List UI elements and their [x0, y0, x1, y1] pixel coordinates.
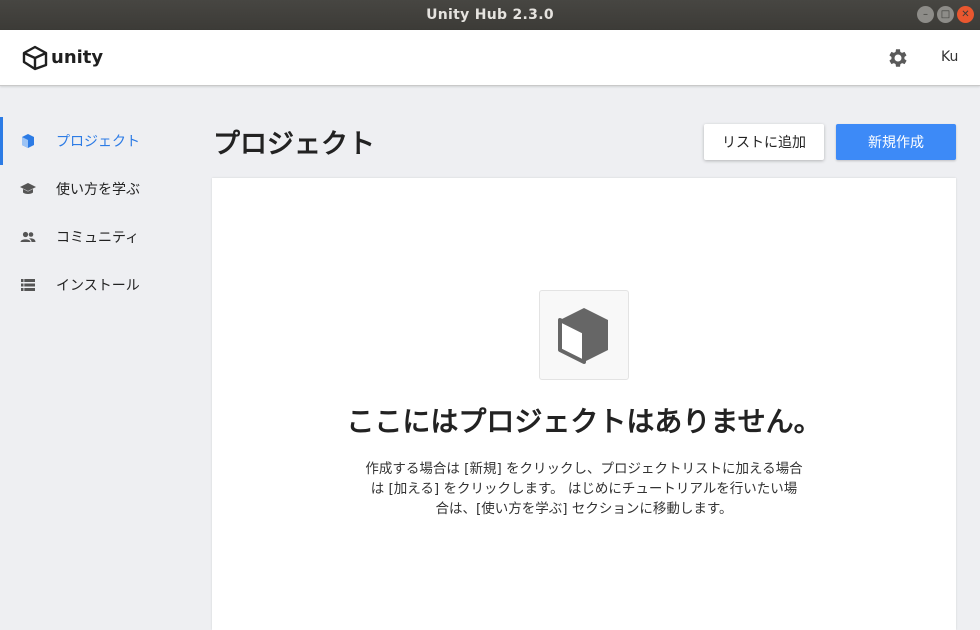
projects-panel: ここにはプロジェクトはありません。 作成する場合は [新規] をクリックし、プロ… [212, 178, 956, 630]
graduation-cap-icon [20, 183, 36, 194]
sidebar-item-label: コミュニティ [56, 230, 140, 246]
page-title: プロジェクト [213, 129, 375, 160]
window-controls: – □ ✕ [917, 6, 974, 23]
sidebar-item-learn[interactable]: 使い方を学ぶ [0, 165, 196, 213]
unity-logo-icon [22, 45, 48, 71]
cube-icon [558, 308, 608, 364]
app-header: unity Ku [0, 30, 980, 86]
sidebar-item-label: 使い方を学ぶ [56, 182, 140, 198]
gear-icon[interactable] [886, 46, 910, 70]
sidebar-item-community[interactable]: コミュニティ [0, 213, 196, 261]
unity-logo: unity [22, 45, 103, 71]
close-icon[interactable]: ✕ [957, 6, 974, 23]
sidebar-item-label: プロジェクト [56, 134, 140, 150]
empty-state-title: ここにはプロジェクトはありません。 [346, 405, 822, 438]
unity-wordmark: unity [51, 46, 104, 68]
account-button[interactable]: Ku [941, 49, 958, 65]
cube-icon [22, 134, 34, 148]
new-project-button[interactable]: 新規作成 [836, 124, 956, 160]
add-to-list-button[interactable]: リストに追加 [704, 124, 824, 160]
sidebar: プロジェクト 使い方を学ぶ コミュニティ インストール [0, 87, 196, 630]
empty-state-icon-box [539, 290, 629, 380]
window-title: Unity Hub 2.3.0 [426, 7, 554, 23]
people-icon [20, 231, 36, 242]
empty-state-description: 作成する場合は [新規] をクリックし、プロジェクトリストに加える場合は [加え… [365, 461, 803, 517]
list-icon [21, 279, 35, 291]
sidebar-item-installs[interactable]: インストール [0, 261, 196, 309]
sidebar-item-label: インストール [56, 278, 140, 294]
window-titlebar: Unity Hub 2.3.0 – □ ✕ [0, 0, 980, 30]
minimize-icon[interactable]: – [917, 6, 934, 23]
maximize-icon[interactable]: □ [937, 6, 954, 23]
sidebar-item-projects[interactable]: プロジェクト [0, 117, 196, 165]
